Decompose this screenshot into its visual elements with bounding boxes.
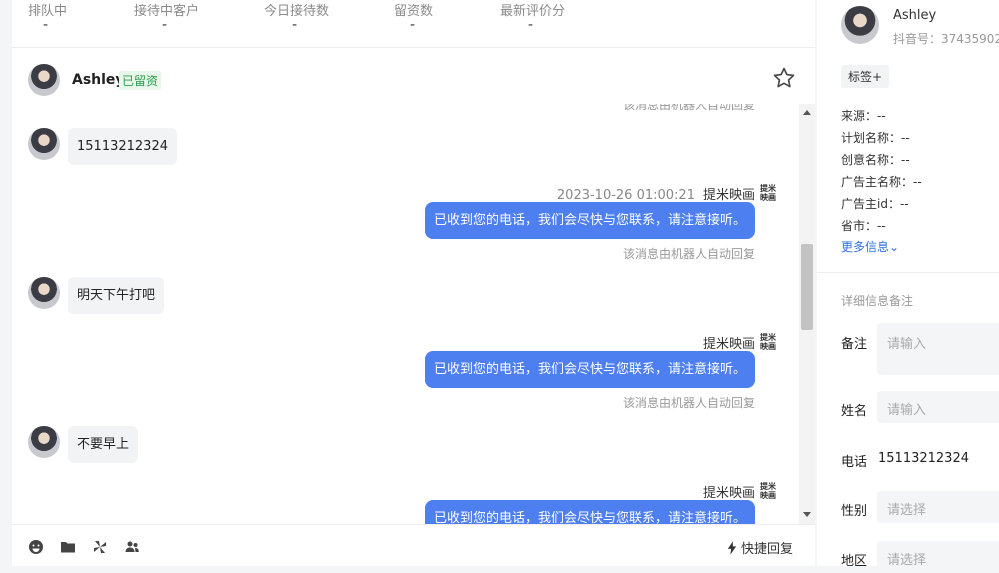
contact-name: Ashley	[72, 72, 125, 88]
emoji-icon[interactable]	[28, 539, 44, 555]
brand-logo-icon: 提米映画	[760, 332, 776, 351]
stat-today: 今日接待数 -	[264, 4, 330, 33]
stat-serving: 接待中客户 -	[134, 4, 200, 33]
sender-name: 提米映画	[702, 486, 755, 501]
profile-name: Ashley	[893, 8, 937, 23]
region-label: 地区	[841, 554, 868, 569]
message-bubble-out[interactable]: 已收到您的电话，我们会尽快与您联系，请注意接听。	[424, 500, 755, 524]
brand-logo-icon: 提米映画	[760, 183, 776, 202]
chat-panel: 排队中 - 接待中客户 - 今日接待数 - 留资数 - 最新评价分 - Ashley 已留…	[12, 0, 815, 566]
gender-select[interactable]: 请选择	[877, 491, 999, 523]
name-label: 姓名	[841, 404, 868, 419]
remark-field[interactable]: 请输入	[877, 323, 999, 375]
message-list[interactable]: 该消息由机器人自动回复 15113212324 2023-10-26 01:00…	[12, 104, 799, 524]
status-badge: 已留资	[119, 71, 162, 90]
scroll-up-icon[interactable]	[803, 110, 811, 115]
info-source: 来源：--	[841, 109, 886, 123]
sender-name: 提米映画	[702, 337, 755, 352]
gender-label: 性别	[841, 504, 868, 519]
douyin-id: 抖音号：374359029	[893, 32, 999, 46]
pinwheel-icon[interactable]	[92, 539, 108, 555]
sender-name: 提米映画	[702, 188, 755, 203]
info-plan: 计划名称：--	[841, 131, 910, 145]
stat-rating: 最新评价分 -	[500, 4, 566, 33]
avatar[interactable]	[28, 277, 60, 309]
quick-reply-button[interactable]: 快捷回复	[727, 538, 793, 557]
folder-icon[interactable]	[60, 539, 76, 555]
avatar[interactable]	[28, 128, 60, 160]
avatar[interactable]	[28, 64, 60, 96]
profile-avatar[interactable]	[841, 6, 879, 44]
stat-leads: 留资数 -	[394, 4, 434, 33]
message-bubble-in[interactable]: 明天下午打吧	[68, 277, 165, 314]
message-bubble-in[interactable]: 不要早上	[68, 426, 139, 463]
scrollbar[interactable]	[799, 104, 815, 524]
remark-label: 备注	[841, 337, 868, 352]
chat-header: Ashley 已留资	[12, 48, 815, 104]
message-meta: 2023-10-26 01:00:21 提米映画	[557, 184, 755, 203]
chat-toolbar: 快捷回复	[12, 524, 815, 566]
brand-logo-icon: 提米映画	[760, 481, 776, 500]
auto-reply-note: 该消息由机器人自动回复	[622, 396, 755, 410]
message-bubble-in[interactable]: 15113212324	[68, 128, 177, 165]
more-info-link[interactable]: 更多信息⌄	[841, 238, 899, 255]
phone-value[interactable]: 15113212324	[878, 451, 969, 466]
stats-bar: 排队中 - 接待中客户 - 今日接待数 - 留资数 - 最新评价分 -	[12, 0, 815, 48]
info-advertiser: 广告主名称：--	[841, 175, 922, 189]
info-creative: 创意名称：--	[841, 153, 910, 167]
scroll-down-icon[interactable]	[803, 512, 811, 517]
info-advertiser-id: 广告主id：--	[841, 197, 909, 211]
auto-reply-note: 该消息由机器人自动回复	[622, 104, 755, 112]
message-meta: 提米映画	[703, 333, 755, 352]
phone-label: 电话	[841, 455, 868, 470]
add-tag-button[interactable]: 标签+	[841, 65, 890, 88]
users-icon[interactable]	[124, 539, 140, 555]
stat-queue: 排队中 -	[28, 4, 68, 33]
lightning-icon	[727, 541, 737, 555]
divider	[817, 272, 999, 273]
auto-reply-note: 该消息由机器人自动回复	[622, 247, 755, 261]
star-icon[interactable]	[772, 66, 796, 90]
message-bubble-out[interactable]: 已收到您的电话，我们会尽快与您联系，请注意接听。	[424, 202, 755, 239]
message-time: 2023-10-26 01:00:21	[556, 188, 695, 203]
avatar[interactable]	[28, 426, 60, 458]
info-region: 省市：--	[841, 219, 886, 233]
section-title: 详细信息备注	[841, 294, 914, 308]
region-select[interactable]: 请选择	[877, 541, 999, 573]
message-bubble-out[interactable]: 已收到您的电话，我们会尽快与您联系，请注意接听。	[424, 351, 755, 388]
message-meta: 提米映画	[703, 482, 755, 501]
profile-panel: Ashley 抖音号：374359029 标签+ 来源：-- 计划名称：-- 创…	[817, 0, 999, 573]
scroll-thumb[interactable]	[801, 244, 813, 330]
name-field[interactable]: 请输入	[877, 391, 999, 423]
